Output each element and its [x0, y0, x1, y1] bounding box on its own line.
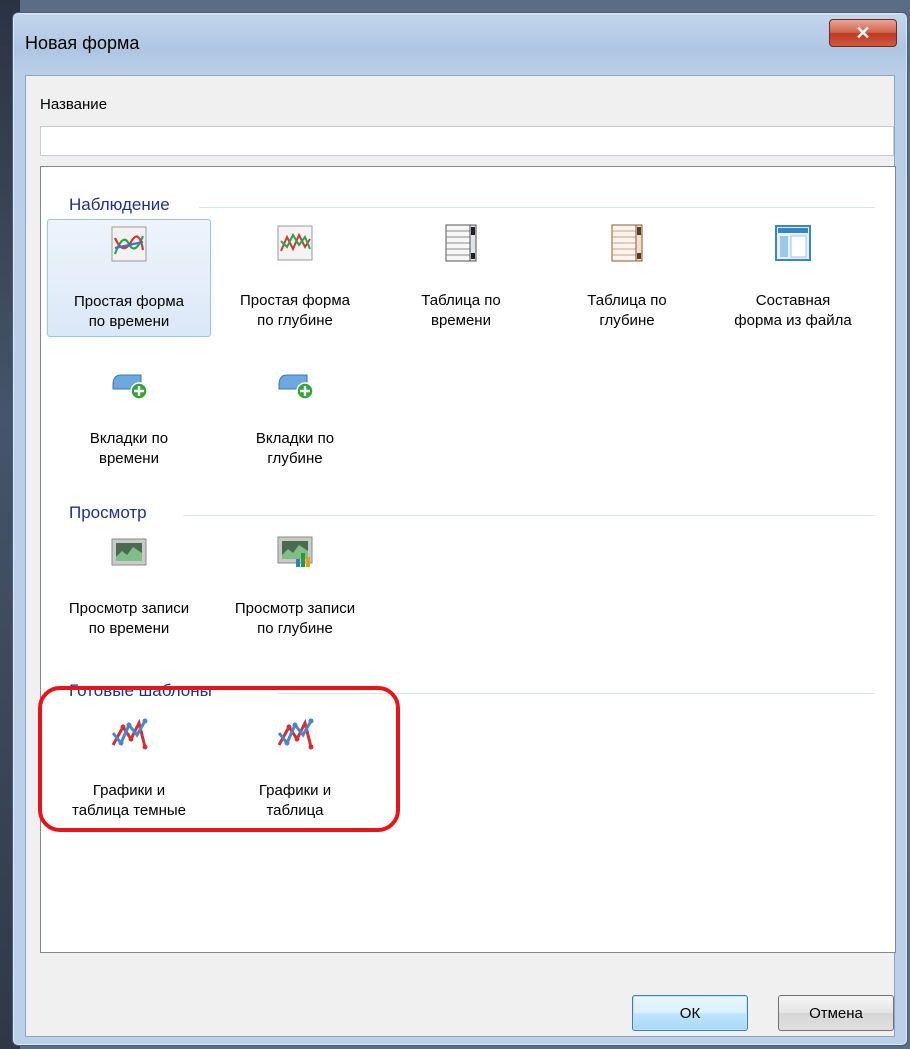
close-icon: ✕ — [855, 22, 871, 43]
section-header-observation: Наблюдение — [69, 195, 170, 214]
ok-button[interactable]: ОК — [632, 995, 748, 1031]
item-label: Просмотр записи по времени — [68, 600, 190, 637]
item-record-view-depth[interactable]: Просмотр записи по глубине — [213, 527, 377, 645]
section-divider — [183, 515, 875, 516]
monitor-chart-icon — [111, 538, 147, 566]
annotation-highlight — [38, 686, 400, 832]
item-record-view-time[interactable]: Просмотр записи по времени — [47, 527, 211, 645]
item-table-depth[interactable]: Таблица по глубине — [545, 219, 709, 337]
item-label: Вкладки по времени — [89, 430, 169, 467]
item-simple-form-time[interactable]: Простая форма по времени — [47, 219, 211, 337]
section-divider — [199, 207, 875, 208]
close-button[interactable]: ✕ — [829, 19, 897, 47]
form-types-panel: Наблюдение Простая форма по времени Прос… — [40, 166, 896, 953]
dialog-window: Новая форма ✕ Название Наблюдение Проста… — [12, 12, 908, 1046]
item-label: Вкладки по глубине — [255, 430, 335, 467]
item-simple-form-depth[interactable]: Простая форма по глубине — [213, 219, 377, 337]
item-label: Составная форма из файла — [734, 292, 852, 329]
item-composite-form[interactable]: Составная форма из файла — [711, 219, 875, 337]
title-bar: Новая форма ✕ — [13, 13, 907, 75]
window-title: Новая форма — [25, 33, 140, 53]
tab-add-icon — [278, 374, 314, 400]
item-label: Простая форма по глубине — [240, 292, 350, 329]
item-label: Таблица по глубине — [587, 292, 667, 329]
item-tabs-time[interactable]: Вкладки по времени — [47, 357, 211, 475]
cancel-button[interactable]: Отмена — [778, 995, 894, 1031]
table-scroll-icon — [445, 224, 477, 262]
name-input[interactable] — [40, 126, 894, 156]
line-chart-icon — [111, 226, 147, 262]
item-label: Простая форма по времени — [74, 293, 184, 330]
item-table-time[interactable]: Таблица по времени — [379, 219, 543, 337]
item-tabs-depth[interactable]: Вкладки по глубине — [213, 357, 377, 475]
name-label: Название — [40, 96, 108, 113]
monitor-bars-icon — [277, 536, 313, 567]
depth-chart-icon — [277, 225, 313, 261]
item-label: Просмотр записи по глубине — [234, 600, 356, 637]
tab-add-icon — [112, 374, 148, 400]
item-label: Таблица по времени — [421, 292, 501, 329]
section-header-view: Просмотр — [69, 503, 147, 522]
window-layout-icon — [775, 225, 811, 261]
table-scroll-brown-icon — [611, 224, 643, 262]
dialog-body: Название Наблюдение Простая форма по вре… — [25, 75, 896, 1037]
